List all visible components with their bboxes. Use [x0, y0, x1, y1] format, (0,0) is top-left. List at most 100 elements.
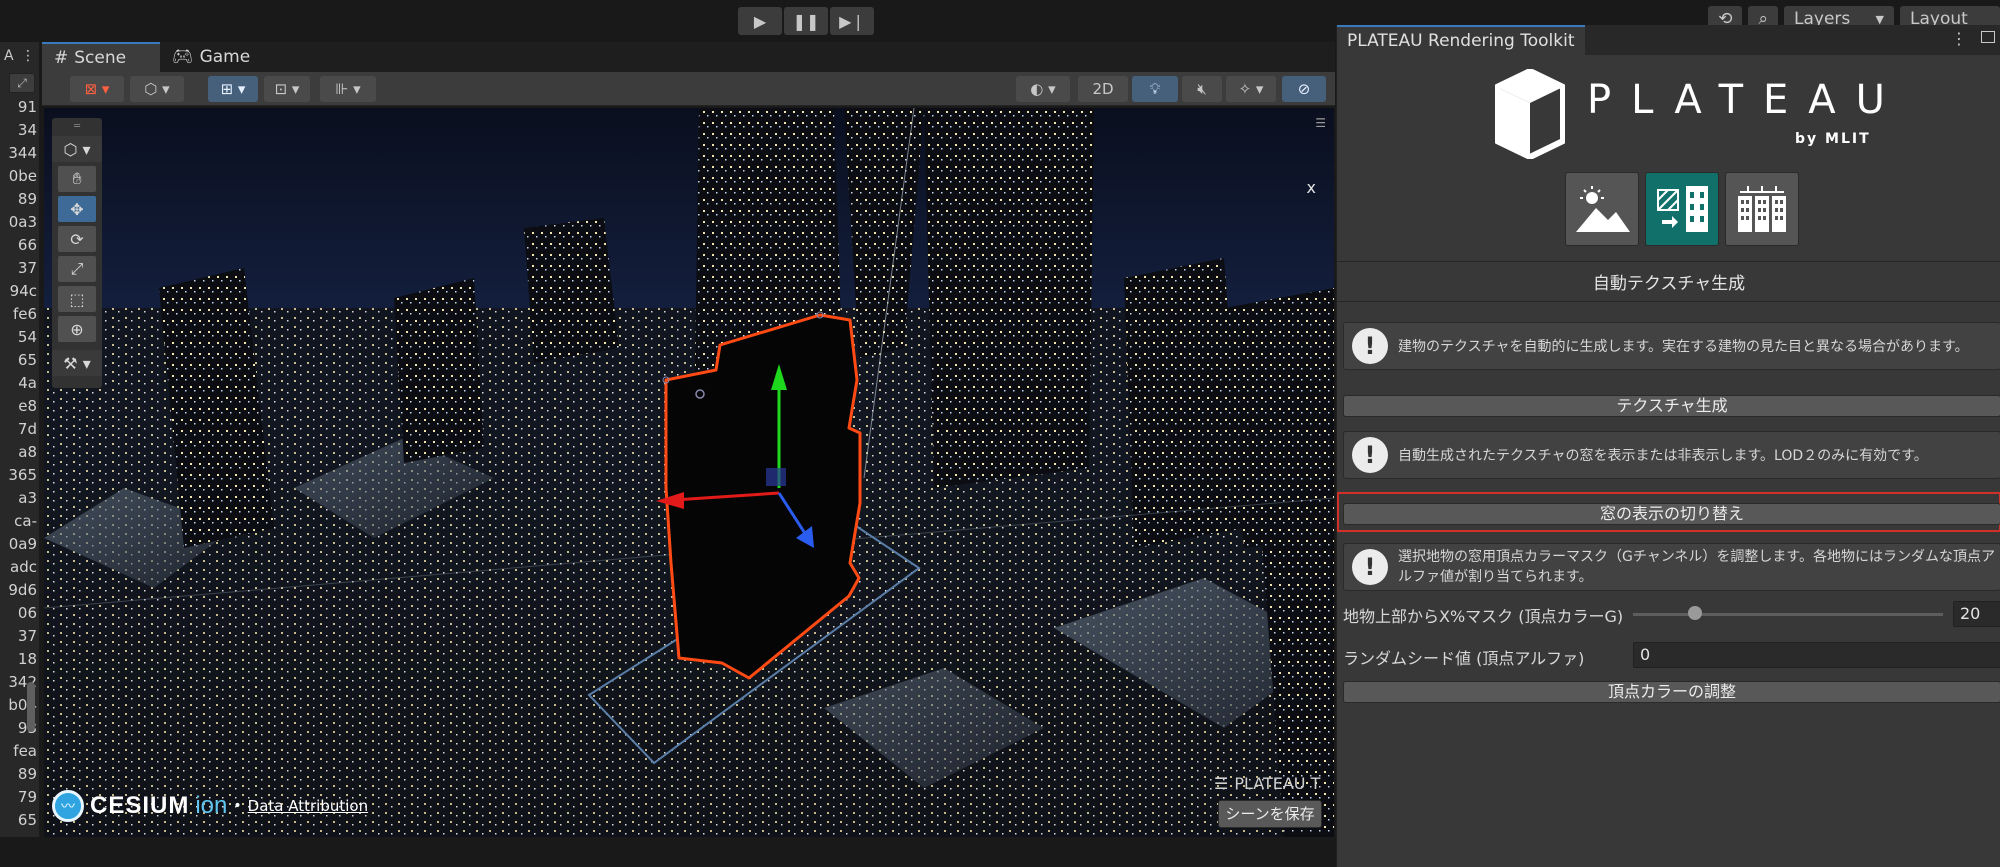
hierarchy-item[interactable]: fe6 [0, 303, 39, 326]
rotate-icon: ⟳ [70, 229, 84, 249]
hierarchy-item[interactable]: a8 [0, 441, 39, 464]
pivot-dropdown[interactable]: ⊞ ▾ [208, 76, 258, 102]
rotate-tool[interactable]: ⟳ [58, 226, 96, 252]
drag-handle-icon[interactable]: ☰ [1214, 774, 1228, 793]
hierarchy-item[interactable]: 0a9 [0, 533, 39, 556]
hierarchy-item[interactable]: ca- [0, 510, 39, 533]
tower [394, 278, 484, 463]
tool-mode-dropdown[interactable]: ⬡ ▾ [52, 136, 102, 162]
section-title: 自動テクスチャ生成 [1592, 274, 1746, 294]
tab-scene[interactable]: # Scene [42, 42, 160, 72]
overlay-menu-icon[interactable]: ☰ [1315, 116, 1326, 130]
hierarchy-item[interactable]: 34 [0, 119, 39, 142]
mask-slider-thumb[interactable] [1688, 606, 1702, 620]
info-text: 自動生成されたテクスチャの窓を表示または非表示します。LOD２のみに有効です。 [1398, 448, 1928, 464]
inspector-tabbar: PLATEAU Rendering Toolkit ⋮ [1337, 25, 2000, 55]
custom-tools-dropdown[interactable]: ⚒ ▾ [52, 350, 102, 376]
hierarchy-item[interactable]: 91 [0, 96, 39, 119]
rect-tool[interactable]: ⬚ [58, 286, 96, 312]
texture-mode-button[interactable] [1645, 172, 1719, 246]
hierarchy-scrollbar[interactable] [27, 682, 35, 732]
plateau-logo: PLATEAU by MLIT [1487, 65, 1885, 165]
hierarchy-item[interactable]: 06 [0, 602, 39, 625]
visibility-toggle[interactable]: ⊘ [1282, 76, 1326, 102]
mask-slider-label: 地物上部からX%マスク (頂点カラーG) [1343, 607, 1624, 626]
hierarchy-tab-icon[interactable]: A [4, 48, 14, 64]
hierarchy-item[interactable]: 54 [0, 326, 39, 349]
hierarchy-item[interactable]: adc [0, 556, 39, 579]
info-text: 選択地物の窓用頂点カラーマスク（Gチャンネル）を調整します。各地物にはランダムな… [1398, 549, 1996, 585]
snap-dropdown[interactable]: ⊡ ▾ [264, 76, 310, 102]
render-mode-dropdown[interactable]: ◐ ▾ [1016, 76, 1070, 102]
tab-scene-label: Scene [74, 48, 127, 68]
cesium-logo-icon: 〰 [52, 790, 84, 822]
hierarchy-item[interactable]: 0be [0, 165, 39, 188]
play-button[interactable]: ▶ [738, 7, 782, 35]
hierarchy-item[interactable]: a3 [0, 487, 39, 510]
hierarchy-item[interactable]: 37 [0, 625, 39, 648]
lighting-toggle[interactable]: 💡︎ [1132, 76, 1178, 102]
hierarchy-item[interactable]: 0a3 [0, 211, 39, 234]
audio-toggle[interactable]: 🔇︎ [1182, 76, 1222, 102]
grid-snap-dropdown[interactable]: ⊪ ▾ [320, 76, 376, 102]
city-scene [44, 108, 1334, 837]
kebab-menu-icon[interactable]: ⋮ [1951, 29, 1967, 48]
step-button[interactable]: ▶❘ [830, 7, 874, 35]
hierarchy-item[interactable]: 65 [0, 809, 39, 832]
hand-tool[interactable]: ✋︎ [58, 166, 96, 192]
draw-mode-dropdown[interactable]: ⊠ ▾ [70, 76, 124, 102]
panel-drag-handle[interactable]: ═ [52, 118, 102, 134]
hierarchy-item[interactable]: 18 [0, 648, 39, 671]
wrench-icon: ⚒ ▾ [63, 353, 91, 373]
scale-tool[interactable]: ⤢ [58, 256, 96, 282]
effects-icon: ✧ ▾ [1238, 80, 1264, 98]
move-tool[interactable]: ✥ [58, 196, 96, 222]
toggle-2d-button[interactable]: 2D [1078, 76, 1128, 102]
rect-transform-icon: ⬚ [69, 289, 85, 309]
scene-viewport[interactable]: ═ ⬡ ▾ ✋︎ ✥ ⟳ ⤢ ⬚ ⊕ ⚒ ▾ ☰ x 〰 CESIUM ion … [44, 108, 1334, 837]
maximize-icon[interactable] [1981, 31, 1995, 43]
mask-value-field[interactable]: 20 [1953, 601, 2000, 627]
transform-tool[interactable]: ⊕ [58, 316, 96, 342]
hierarchy-item[interactable]: 79 [0, 786, 39, 809]
tab-plateau-rendering-toolkit[interactable]: PLATEAU Rendering Toolkit [1337, 25, 1585, 55]
generate-texture-button[interactable]: テクスチャ生成 [1343, 395, 2000, 417]
tab-game[interactable]: 🎮︎ Game [160, 42, 270, 72]
hierarchy-item[interactable]: 94c [0, 280, 39, 303]
random-seed-field[interactable]: 0 [1633, 642, 2000, 668]
cube-icon: ⬡ ▾ [63, 139, 91, 159]
shading-dropdown[interactable]: ⬡ ▾ [130, 76, 184, 102]
kebab-menu-icon[interactable]: ⋮ [21, 48, 35, 64]
hand-icon: ✋︎ [72, 169, 82, 188]
data-attribution-link[interactable]: Data Attribution [248, 797, 368, 815]
plateau-logo-text: PLATEAU [1587, 77, 1905, 123]
adjust-vertex-color-button[interactable]: 頂点カラーの調整 [1343, 681, 2000, 703]
pause-button[interactable]: ❚❚ [784, 7, 828, 35]
hierarchy-item[interactable]: e8 [0, 395, 39, 418]
hierarchy-item[interactable]: 365 [0, 464, 39, 487]
hierarchy-item[interactable]: 66 [0, 234, 39, 257]
toggle-windows-button[interactable]: 窓の表示の切り替え [1343, 503, 2000, 525]
hierarchy-item[interactable]: 89 [0, 188, 39, 211]
random-seed-label: ランダムシード値 (頂点アルファ) [1343, 649, 1585, 668]
hierarchy-search-button[interactable]: ⤢ [9, 73, 35, 93]
save-scene-button[interactable]: シーンを保存 [1218, 800, 1322, 828]
hierarchy-item[interactable]: 65 [0, 349, 39, 372]
hierarchy-item[interactable]: 89 [0, 763, 39, 786]
hierarchy-item[interactable]: 9d6 [0, 579, 39, 602]
gizmo-center[interactable] [766, 468, 786, 486]
effects-dropdown[interactable]: ✧ ▾ [1226, 76, 1276, 102]
hierarchy-item[interactable]: 344 [0, 142, 39, 165]
hierarchy-item[interactable]: fea [0, 740, 39, 763]
sun-mountain-icon [1576, 186, 1630, 232]
separator-dot: • [233, 798, 242, 814]
environment-mode-button[interactable] [1565, 172, 1639, 246]
building-texture-icon [1657, 186, 1708, 232]
hierarchy-item[interactable]: 37 [0, 257, 39, 280]
buildings-mode-button[interactable] [1725, 172, 1799, 246]
mask-slider-track[interactable] [1633, 613, 1943, 616]
info-box-windows: ! 自動生成されたテクスチャの窓を表示または非表示します。LOD２のみに有効です… [1343, 431, 2000, 479]
hierarchy-item[interactable]: 4a [0, 372, 39, 395]
hierarchy-item[interactable]: 7d [0, 418, 39, 441]
grid-icon: # [54, 48, 69, 68]
